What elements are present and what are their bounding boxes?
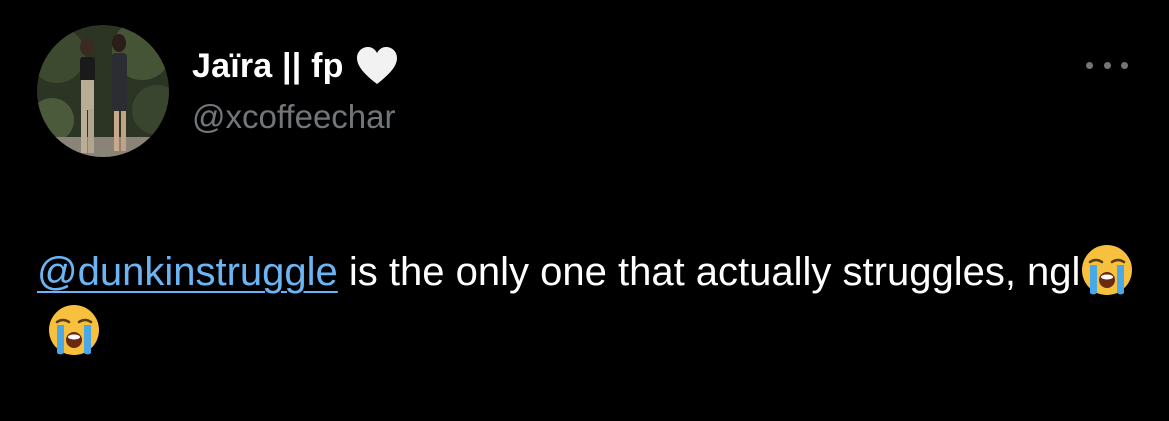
tweet-body-text: is the only one that actually struggles,… [337, 250, 1081, 294]
more-options-icon[interactable] [1082, 48, 1132, 82]
avatar-photo [37, 25, 169, 157]
avatar[interactable] [37, 25, 169, 157]
author-name-row[interactable]: Jaïra || fp [192, 42, 400, 90]
more-dot [1103, 61, 1111, 69]
author-handle[interactable]: @xcoffeechar [192, 98, 396, 136]
mention-link[interactable]: @dunkinstruggle [37, 250, 338, 294]
loudly-crying-face-icon [47, 303, 101, 357]
display-name[interactable]: Jaïra || fp [192, 47, 344, 86]
tweet: Jaïra || fp @xcoffeechar @dunkinstruggle… [0, 0, 1169, 421]
more-dot [1121, 61, 1128, 69]
more-dot [1086, 61, 1093, 69]
white-heart-icon [354, 45, 400, 87]
tweet-text: @dunkinstruggle is the only one that act… [37, 242, 1137, 362]
loudly-crying-face-icon [1080, 243, 1134, 297]
